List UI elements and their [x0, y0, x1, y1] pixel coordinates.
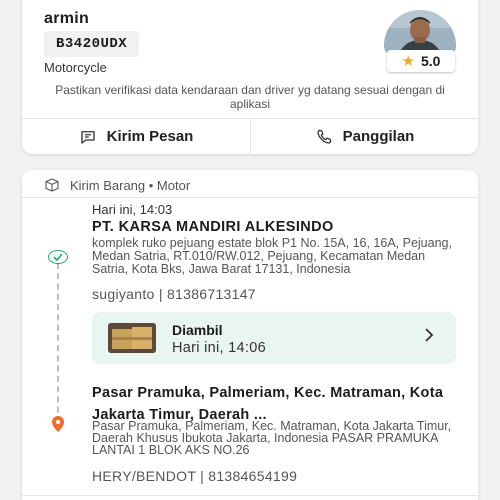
divider — [22, 495, 478, 496]
call-button[interactable]: Panggilan — [251, 119, 478, 154]
pickup-time: Hari ini, 14:03 — [92, 202, 173, 217]
package-photo[interactable] — [108, 323, 156, 353]
destination-contact: HERY/BENDOT | 81384654199 — [92, 468, 298, 484]
pickup-title: PT. KARSA MANDIRI ALKESINDO — [92, 219, 334, 235]
call-label: Panggilan — [342, 128, 415, 145]
driver-card: armin B3420UDX Motorcycle ★ 5.0 Pastikan… — [22, 0, 478, 154]
location-pin-icon — [52, 416, 64, 432]
driver-name: armin — [44, 10, 90, 27]
rating-value: 5.0 — [420, 53, 441, 69]
send-message-label: Kirim Pesan — [106, 128, 194, 145]
destination-address: Pasar Pramuka, Palmeriam, Kec. Matraman,… — [92, 419, 452, 457]
star-icon: ★ — [401, 53, 415, 70]
driver-rating: ★ 5.0 — [387, 50, 455, 72]
status-title: Diambil — [172, 322, 223, 338]
verification-notice: Pastikan verifikasi data kendaraan dan d… — [55, 83, 445, 111]
send-message-button[interactable]: Kirim Pesan — [22, 119, 250, 154]
chevron-right-icon — [424, 328, 434, 347]
vehicle-type: Motorcycle — [44, 60, 107, 75]
phone-icon — [317, 129, 332, 144]
order-card: Kirim Barang • Motor Hari ini, 14:03 PT.… — [22, 170, 478, 500]
route-timeline — [57, 263, 59, 423]
package-icon — [45, 178, 59, 192]
license-plate: B3420UDX — [44, 31, 140, 57]
order-header: Kirim Barang • Motor — [44, 174, 190, 196]
divider — [22, 197, 478, 198]
pickup-address: komplek ruko pejuang estate blok P1 No. … — [92, 236, 452, 276]
check-circle-icon — [48, 250, 68, 264]
order-type: Kirim Barang • Motor — [70, 177, 191, 193]
status-time: Hari ini, 14:06 — [172, 340, 266, 356]
pickup-status-card[interactable]: Diambil Hari ini, 14:06 — [92, 312, 456, 364]
chat-icon — [80, 130, 95, 144]
pickup-contact: sugiyanto | 81386713147 — [92, 286, 256, 302]
